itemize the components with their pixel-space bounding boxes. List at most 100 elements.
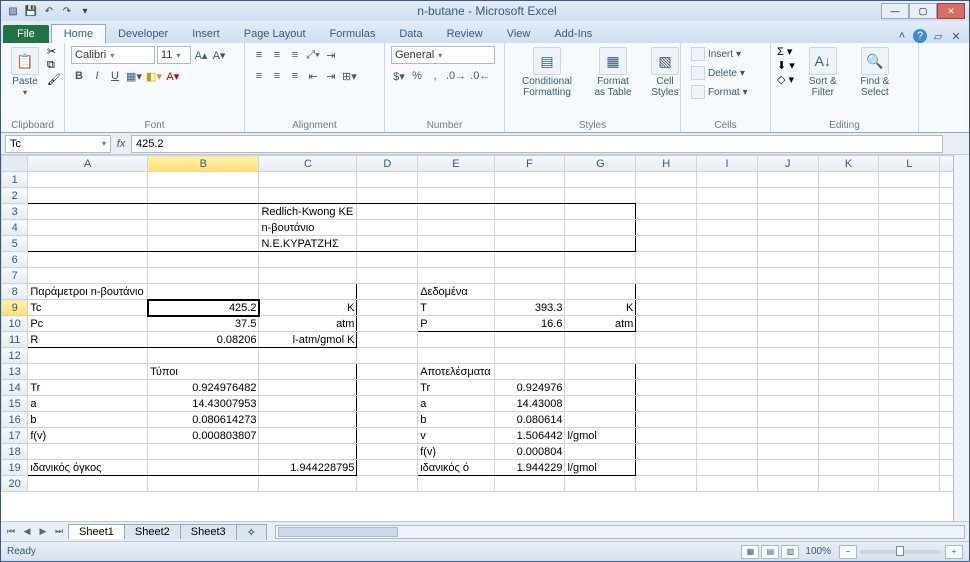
underline-button[interactable]: U xyxy=(107,67,123,85)
formula-bar[interactable]: 425.2 xyxy=(131,135,943,153)
align-right-icon[interactable]: ≡ xyxy=(287,67,303,85)
cell-B16[interactable]: 0.080614273 xyxy=(148,412,259,428)
cell-A10[interactable]: Pc xyxy=(28,316,148,332)
undo-icon[interactable]: ↶ xyxy=(41,3,57,19)
row-18[interactable]: 18 xyxy=(2,444,28,460)
number-format-combo[interactable]: General▾ xyxy=(391,46,495,64)
excel-icon[interactable]: ▧ xyxy=(5,3,21,19)
horizontal-scrollbar[interactable] xyxy=(275,525,965,539)
cell-E10[interactable]: P xyxy=(418,316,494,332)
cell-C9[interactable]: K xyxy=(259,300,357,316)
cell-F14[interactable]: 0.924976 xyxy=(494,380,565,396)
select-all-corner[interactable] xyxy=(2,156,28,172)
cell-C4[interactable]: n-βουτάνιο xyxy=(259,220,357,236)
hscroll-thumb[interactable] xyxy=(278,527,398,537)
decrease-decimal-icon[interactable]: .0← xyxy=(469,67,491,85)
cell-E13[interactable]: Αποτελέσματα xyxy=(418,364,494,380)
format-as-table-button[interactable]: ▦Format as Table xyxy=(587,45,639,100)
row-8[interactable]: 8 xyxy=(2,284,28,300)
cell-A19[interactable]: ιδανικός όγκος xyxy=(28,460,148,476)
align-center-icon[interactable]: ≡ xyxy=(269,67,285,85)
font-color-icon[interactable]: A▾ xyxy=(165,67,181,85)
col-I[interactable]: I xyxy=(697,156,758,172)
cell-E16[interactable]: b xyxy=(418,412,494,428)
tab-home[interactable]: Home xyxy=(51,24,106,43)
delete-cells-button[interactable]: Delete ▾ xyxy=(687,64,749,82)
cell-C3[interactable]: Redlich-Kwong KE xyxy=(259,204,357,220)
cell-B11[interactable]: 0.08206 xyxy=(148,332,259,348)
cell-B13[interactable]: Τύποι xyxy=(148,364,259,380)
view-layout-icon[interactable]: ▤ xyxy=(761,545,779,559)
row-11[interactable]: 11 xyxy=(2,332,28,348)
merge-center-icon[interactable]: ⊞▾ xyxy=(341,67,358,85)
cell-A16[interactable]: b xyxy=(28,412,148,428)
row-9[interactable]: 9 xyxy=(2,300,28,316)
maximize-button[interactable]: ▢ xyxy=(909,3,937,19)
cell-G19[interactable]: l/gmol xyxy=(565,460,636,476)
clear-icon[interactable]: ◇ ▾ xyxy=(777,73,795,86)
sheet-nav-next-icon[interactable]: ▶ xyxy=(35,524,51,540)
cell-A17[interactable]: f(v) xyxy=(28,428,148,444)
name-box[interactable]: Tc▾ xyxy=(5,135,111,153)
row-5[interactable]: 5 xyxy=(2,236,28,252)
cell-F18[interactable]: 0.000804 xyxy=(494,444,565,460)
increase-font-icon[interactable]: A▴ xyxy=(193,46,209,64)
zoom-thumb[interactable] xyxy=(896,546,904,556)
cell-B14[interactable]: 0.924976482 xyxy=(148,380,259,396)
help-icon[interactable]: ? xyxy=(913,29,927,43)
cell-G9[interactable]: K xyxy=(565,300,636,316)
wrap-text-icon[interactable]: ⇥ xyxy=(323,46,339,64)
col-H[interactable]: H xyxy=(636,156,697,172)
align-bottom-icon[interactable]: ≡ xyxy=(287,46,303,64)
row-10[interactable]: 10 xyxy=(2,316,28,332)
row-3[interactable]: 3 xyxy=(2,204,28,220)
border-icon[interactable]: ▦▾ xyxy=(125,67,143,85)
fill-color-icon[interactable]: ◧▾ xyxy=(145,67,163,85)
comma-icon[interactable]: , xyxy=(427,67,443,85)
sheet-nav-prev-icon[interactable]: ◀ xyxy=(19,524,35,540)
cell-G17[interactable]: l/gmol xyxy=(565,428,636,444)
col-D[interactable]: D xyxy=(357,156,418,172)
minimize-button[interactable]: — xyxy=(881,3,909,19)
autosum-icon[interactable]: Σ ▾ xyxy=(777,45,795,58)
orientation-icon[interactable]: ⤢▾ xyxy=(305,46,321,64)
cell-C19[interactable]: 1.944228795 xyxy=(259,460,357,476)
qat-dropdown-icon[interactable]: ▾ xyxy=(77,3,93,19)
cell-F9[interactable]: 393.3 xyxy=(494,300,565,316)
col-F[interactable]: F xyxy=(494,156,565,172)
fx-icon[interactable]: fx xyxy=(111,138,131,150)
cell-E9[interactable]: T xyxy=(418,300,494,316)
col-G[interactable]: G xyxy=(565,156,636,172)
row-14[interactable]: 14 xyxy=(2,380,28,396)
restore-sheet-icon[interactable]: ▱ xyxy=(931,29,945,43)
tab-developer[interactable]: Developer xyxy=(106,25,180,43)
col-A[interactable]: A xyxy=(28,156,148,172)
grid[interactable]: A B C D E F G H I J K L M 1 2 3Redlich-K… xyxy=(1,155,953,521)
bold-button[interactable]: B xyxy=(71,67,87,85)
sort-filter-button[interactable]: A↓Sort & Filter xyxy=(799,45,847,100)
row-12[interactable]: 12 xyxy=(2,348,28,364)
sheet-tab-1[interactable]: Sheet1 xyxy=(68,524,125,539)
font-name-combo[interactable]: Calibri▾ xyxy=(71,46,155,64)
minimize-ribbon-icon[interactable]: ˄ xyxy=(895,29,909,43)
cell-F16[interactable]: 0.080614 xyxy=(494,412,565,428)
zoom-out-button[interactable]: − xyxy=(839,545,857,559)
cell-B17[interactable]: 0.000803807 xyxy=(148,428,259,444)
row-16[interactable]: 16 xyxy=(2,412,28,428)
align-middle-icon[interactable]: ≡ xyxy=(269,46,285,64)
tab-addins[interactable]: Add-Ins xyxy=(542,25,604,43)
copy-icon[interactable]: ⧉ xyxy=(47,59,61,72)
cell-A8[interactable]: Παράμετροι n-βουτάνιο xyxy=(28,284,148,300)
close-sheet-icon[interactable]: ✕ xyxy=(949,29,963,43)
increase-decimal-icon[interactable]: .0→ xyxy=(445,67,467,85)
row-17[interactable]: 17 xyxy=(2,428,28,444)
view-normal-icon[interactable]: ▦ xyxy=(741,545,759,559)
cell-F10[interactable]: 16.6 xyxy=(494,316,565,332)
cut-icon[interactable]: ✂ xyxy=(47,45,61,58)
italic-button[interactable]: I xyxy=(89,67,105,85)
cell-E18[interactable]: f(v) xyxy=(418,444,494,460)
tab-review[interactable]: Review xyxy=(435,25,495,43)
cell-E14[interactable]: Tr xyxy=(418,380,494,396)
cell-E19[interactable]: ιδανικός ό xyxy=(418,460,494,476)
cell-E17[interactable]: v xyxy=(418,428,494,444)
